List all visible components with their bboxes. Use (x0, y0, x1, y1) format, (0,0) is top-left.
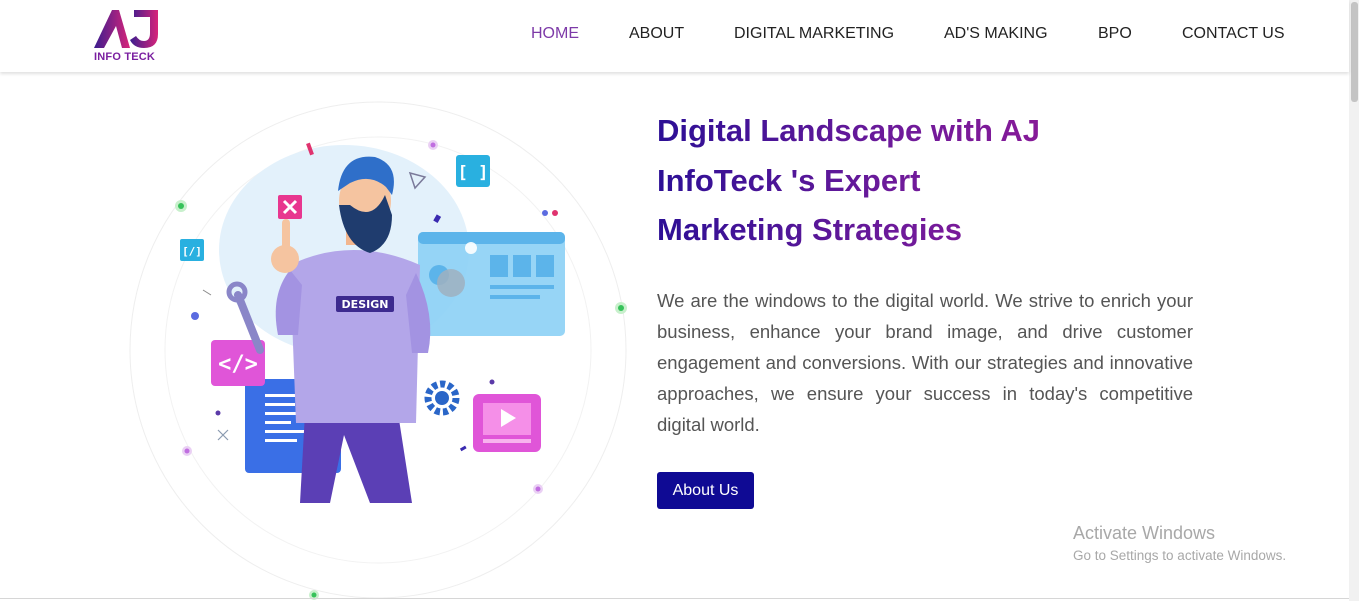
svg-text:[/]: [/] (182, 245, 202, 258)
section-divider (0, 598, 1349, 599)
hero-description: We are the windows to the digital world.… (657, 290, 1193, 435)
svg-text:</>: </> (218, 352, 258, 377)
hero-illustration: [ ] [/] </> DESIGN (120, 95, 640, 601)
nav-bpo[interactable]: BPO (1098, 25, 1132, 43)
nav-digital-marketing[interactable]: DIGITAL MARKETING (734, 25, 894, 43)
hero-title-line-2: InfoTeck 's Expert (657, 162, 921, 198)
about-us-button[interactable]: About Us (657, 472, 754, 509)
activate-windows-title: Activate Windows (1073, 523, 1216, 543)
nav-contact-us[interactable]: CONTACT US (1182, 25, 1285, 43)
main-nav: HOME ABOUT DIGITAL MARKETING AD'S MAKING… (0, 25, 1349, 47)
designer-illustration-icon: [ ] [/] </> DESIGN (129, 101, 627, 600)
nav-ads-making[interactable]: AD'S MAKING (944, 25, 1048, 43)
svg-text:DESIGN: DESIGN (342, 298, 389, 311)
activate-windows-subtitle: Go to Settings to activate Windows. (1073, 548, 1287, 563)
svg-text:[ ]: [ ] (458, 163, 489, 183)
hero-title-line-1: Digital Landscape with AJ (657, 113, 1040, 148)
hero-title-line-3: Marketing Strategies (657, 212, 962, 247)
logo-subtitle: INFO TECK (94, 51, 156, 63)
nav-about[interactable]: ABOUT (629, 25, 684, 43)
page-scrollbar[interactable] (1349, 0, 1359, 601)
nav-home[interactable]: HOME (531, 25, 579, 43)
scrollbar-thumb[interactable] (1351, 2, 1358, 102)
hero-title: Digital Landscape with AJ InfoTeck 's Ex… (657, 106, 1077, 255)
site-header: INFO TECK HOME ABOUT DIGITAL MARKETING A… (0, 0, 1349, 72)
